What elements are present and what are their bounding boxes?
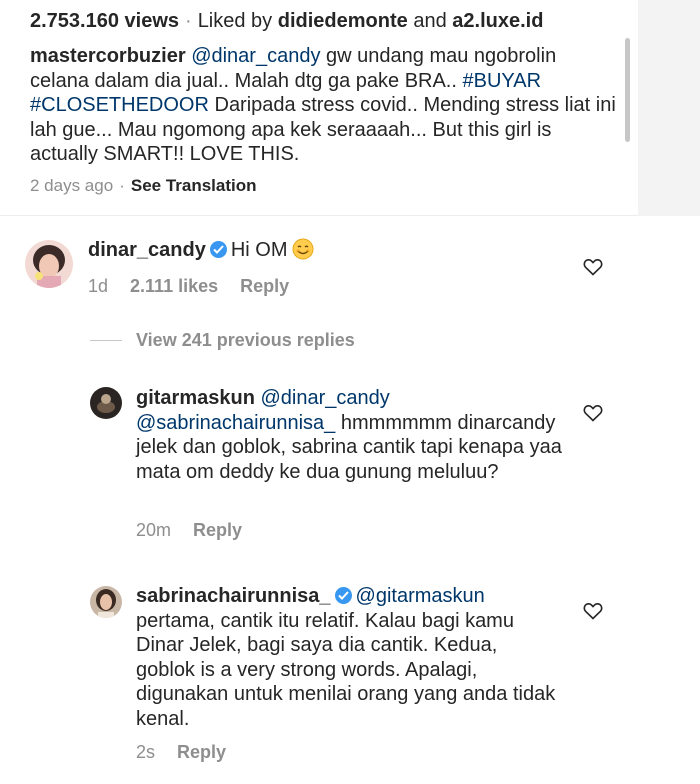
caption-time: 2 days ago bbox=[30, 176, 114, 195]
views-liked-line: 2.753.160 views · Liked by didiedemonte an… bbox=[30, 10, 543, 33]
hashtag-closethedoor[interactable]: #CLOSETHEDOOR bbox=[30, 94, 209, 116]
reply-mention-gitarmaskun[interactable]: @gitarmaskun bbox=[356, 585, 485, 607]
reply-sabrinachairunnisa: sabrinachairunnisa_ @gitarmaskun pertama,… bbox=[136, 584, 561, 731]
view-replies-label[interactable]: View 241 previous replies bbox=[136, 330, 355, 350]
comment-meta: 1d 2.111 likes Reply bbox=[88, 276, 311, 297]
side-panel bbox=[638, 0, 700, 216]
caption-mention[interactable]: @dinar_candy bbox=[191, 45, 320, 67]
comment-dinar-candy: dinar_candy Hi OM bbox=[88, 238, 568, 263]
post-caption: mastercorbuzier @dinar_candy gw undang m… bbox=[30, 44, 620, 167]
heart-icon[interactable] bbox=[583, 258, 603, 276]
reply-text: pertama, cantik itu relatif. Kalau bagi … bbox=[136, 609, 556, 730]
avatar-gitarmaskun[interactable] bbox=[90, 387, 122, 419]
see-translation-button[interactable]: See Translation bbox=[131, 176, 257, 195]
comment-text: Hi OM bbox=[230, 239, 288, 261]
reply-username[interactable]: sabrinachairunnisa_ bbox=[136, 585, 331, 607]
reply-gitarmaskun: gitarmaskun @dinar_candy @sabrinachairun… bbox=[136, 386, 566, 484]
liked-by-user[interactable]: didiedemonte bbox=[278, 10, 408, 32]
reply-time: 20m bbox=[136, 520, 172, 540]
scrollbar[interactable] bbox=[625, 38, 630, 142]
view-previous-replies[interactable]: View 241 previous replies bbox=[90, 330, 355, 351]
replies-divider bbox=[90, 340, 122, 341]
caption-username[interactable]: mastercorbuzier bbox=[30, 45, 186, 67]
comment-username[interactable]: dinar_candy bbox=[88, 239, 206, 261]
views-count[interactable]: 2.753.160 views bbox=[30, 10, 179, 32]
verified-badge-icon bbox=[334, 587, 352, 604]
reply-button[interactable]: Reply bbox=[177, 742, 226, 762]
caption-meta: 2 days ago · See Translation bbox=[30, 176, 257, 196]
separator-dot: · bbox=[185, 10, 192, 32]
avatar-sabrinachairunnisa[interactable] bbox=[90, 586, 122, 618]
separator-dot: · bbox=[119, 176, 125, 195]
smiling-face-emoji-icon bbox=[292, 238, 314, 260]
reply-mention-dinar[interactable]: @dinar_candy bbox=[261, 387, 390, 409]
comment-time: 1d bbox=[88, 276, 109, 296]
reply-meta: 20m Reply bbox=[136, 520, 264, 541]
verified-badge-icon bbox=[209, 241, 227, 258]
reply-button[interactable]: Reply bbox=[193, 520, 242, 540]
reply-username[interactable]: gitarmaskun bbox=[136, 387, 255, 409]
reply-meta: 2s Reply bbox=[136, 742, 248, 763]
hashtag-buyar[interactable]: #BUYAR bbox=[462, 70, 541, 92]
reply-mention-sabrina[interactable]: @sabrinachairunnisa_ bbox=[136, 412, 335, 434]
reply-button[interactable]: Reply bbox=[240, 276, 289, 296]
caption-card: 2.753.160 views · Liked by didiedemonte an… bbox=[0, 0, 638, 216]
reply-time: 2s bbox=[136, 742, 156, 762]
liked-by-prefix: Liked by bbox=[197, 10, 273, 32]
liked-by-and: and bbox=[413, 10, 447, 32]
avatar-dinar-candy[interactable] bbox=[25, 240, 73, 288]
heart-icon[interactable] bbox=[583, 404, 603, 422]
liked-by-other[interactable]: a2.luxe.id bbox=[452, 10, 543, 32]
comment-likes[interactable]: 2.111 likes bbox=[130, 276, 218, 296]
heart-icon[interactable] bbox=[583, 602, 603, 620]
